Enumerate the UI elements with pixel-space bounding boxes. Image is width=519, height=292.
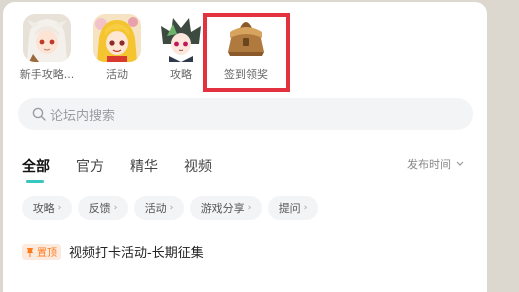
blonde-girl-character-avatar xyxy=(93,14,141,62)
chip-label: 反馈 xyxy=(88,202,111,215)
category-chip-feedback[interactable]: 反馈 › xyxy=(78,196,128,220)
green-hair-character-avatar xyxy=(157,14,205,62)
category-chip-activity[interactable]: 活动 › xyxy=(134,196,184,220)
tab-all[interactable]: 全部 xyxy=(22,156,50,176)
highlight-box xyxy=(203,13,290,92)
chevron-right-icon: › xyxy=(57,203,62,213)
chip-label: 攻略 xyxy=(32,202,55,215)
chevron-right-icon: › xyxy=(247,203,252,213)
chevron-right-icon: › xyxy=(113,203,118,213)
tab-video[interactable]: 视频 xyxy=(184,156,212,176)
chevron-right-icon: › xyxy=(169,203,174,213)
white-hair-character-avatar xyxy=(23,14,71,62)
category-chip-guide[interactable]: 攻略 › xyxy=(22,196,72,220)
shortcut-beginner-guide[interactable]: 新手攻略... xyxy=(13,14,81,82)
pinned-badge-label: 置顶 xyxy=(37,248,57,259)
pin-icon xyxy=(26,247,34,257)
tab-featured[interactable]: 精华 xyxy=(130,156,158,176)
pinned-badge: 置顶 xyxy=(22,243,61,260)
shortcut-label: 活动 xyxy=(106,68,128,81)
pinned-post[interactable]: 置顶 视频打卡活动-长期征集 xyxy=(22,242,204,261)
chevron-right-icon: › xyxy=(303,203,308,213)
sort-label: 发布时间 xyxy=(407,158,451,171)
active-tab-indicator xyxy=(26,180,44,183)
post-title: 视频打卡活动-长期征集 xyxy=(69,246,204,261)
forum-search-input[interactable]: 论坛内搜索 xyxy=(18,98,473,130)
category-chip-game-share[interactable]: 游戏分享 › xyxy=(190,196,262,220)
chip-label: 提问 xyxy=(278,202,301,215)
chevron-down-icon xyxy=(456,161,464,167)
search-placeholder: 论坛内搜索 xyxy=(50,108,116,124)
category-chip-question[interactable]: 提问 › xyxy=(268,196,318,220)
shortcut-activity[interactable]: 活动 xyxy=(83,14,151,82)
chip-label: 活动 xyxy=(144,202,167,215)
search-icon xyxy=(32,107,46,121)
shortcut-label: 新手攻略... xyxy=(19,68,75,81)
sort-dropdown[interactable]: 发布时间 xyxy=(407,156,464,172)
tab-official[interactable]: 官方 xyxy=(76,156,104,176)
chip-label: 游戏分享 xyxy=(200,202,245,215)
